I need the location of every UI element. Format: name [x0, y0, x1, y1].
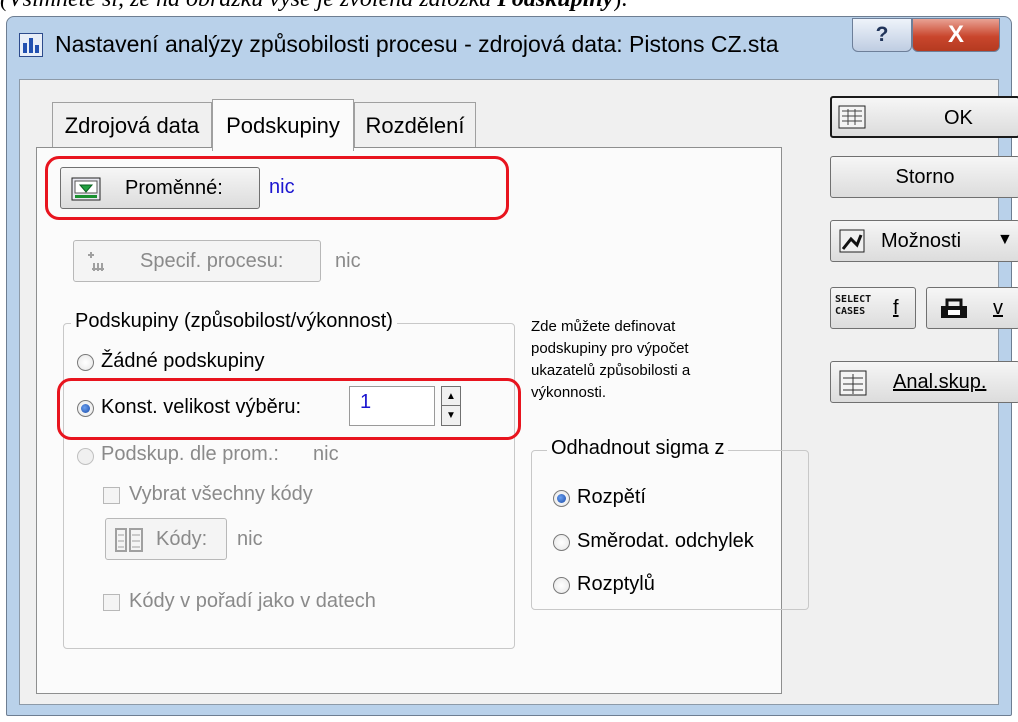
codes-button[interactable]: Kódy: — [105, 518, 227, 560]
codes-order-checkbox[interactable] — [103, 594, 120, 611]
options-button[interactable]: Možnosti ▼ — [830, 220, 1018, 262]
subgroups-legend: Podskupiny (způsobilost/výkonnost) — [71, 310, 397, 333]
codes-button-label: Kódy: — [156, 528, 208, 550]
cancel-button[interactable]: Storno — [830, 156, 1018, 198]
ok-icon — [838, 105, 866, 129]
analysis-label: Anal.skup. — [893, 371, 987, 393]
no-subgroups-label: Žádné podskupiny — [101, 350, 265, 372]
spin-up-icon[interactable]: ▲ — [442, 387, 460, 406]
variables-value: nic — [269, 176, 295, 198]
process-spec-value: nic — [335, 250, 361, 272]
hint-line-3: ukazatelů způsobilosti a — [531, 362, 691, 379]
by-variable-label: Podskup. dle prom.: — [101, 443, 279, 465]
weight-button[interactable]: v — [926, 287, 1018, 329]
hint-line-4: výkonnosti. — [531, 384, 607, 401]
select-cases-icon: SELECT CASES — [835, 294, 872, 317]
codes-value: nic — [237, 528, 263, 550]
tab-distribution[interactable]: Rozdělení — [354, 102, 476, 148]
variables-button[interactable]: Proměnné: — [60, 167, 260, 209]
dropdown-arrow-icon: ▼ — [997, 231, 1013, 248]
sample-size-input[interactable]: 1 — [349, 386, 435, 426]
caption-prefix: (Všimněte si, že na obrázku výše je zvol… — [0, 0, 497, 12]
radio-constant-size[interactable] — [77, 400, 94, 417]
variables-icon — [71, 177, 101, 201]
variance-label: Rozptylů — [577, 573, 655, 595]
codes-order-label: Kódy v pořadí jako v datech — [129, 590, 376, 612]
ok-button[interactable]: OK — [830, 96, 1018, 138]
dialog-window: Nastavení analýzy způsobilosti procesu -… — [6, 16, 1018, 716]
radio-variance[interactable] — [553, 577, 570, 594]
tab-source-data[interactable]: Zdrojová data — [52, 102, 212, 148]
window-title: Nastavení analýzy způsobilosti procesu -… — [55, 31, 779, 57]
process-spec-button[interactable]: Specif. procesu: — [73, 240, 321, 282]
hint-line-1: Zde můžete definovat — [531, 318, 676, 335]
sigma-legend: Odhadnout sigma z — [547, 437, 729, 460]
by-variable-value: nic — [313, 443, 339, 465]
title-bar[interactable]: Nastavení analýzy způsobilosti procesu -… — [7, 17, 1011, 75]
caption-suffix: ). — [613, 0, 627, 12]
weight-icon — [941, 298, 967, 318]
caption-bold: Podskupiny — [497, 0, 613, 12]
select-all-codes-checkbox[interactable] — [103, 487, 120, 504]
options-label: Možnosti — [881, 230, 962, 252]
range-label: Rozpětí — [577, 486, 646, 508]
select-cases-button[interactable]: SELECT CASES f — [830, 287, 916, 329]
radio-std-dev[interactable] — [553, 534, 570, 551]
weight-v-label: v — [993, 297, 1003, 319]
process-spec-label: Specif. procesu: — [140, 250, 284, 272]
options-icon — [839, 229, 865, 253]
tab-subgroups[interactable]: Podskupiny — [212, 99, 354, 151]
client-area: Zdrojová data Podskupiny Rozdělení Promě… — [19, 79, 1018, 705]
sample-size-spinner[interactable]: ▲ ▼ — [441, 386, 461, 426]
hint-text: Zde můžete definovat podskupiny pro výpo… — [531, 316, 690, 404]
radio-range[interactable] — [553, 490, 570, 507]
radio-by-variable[interactable] — [77, 448, 94, 465]
caption-text: (Všimněte si, že na obrázku výše je zvol… — [0, 0, 627, 13]
analysis-button[interactable]: Anal.skup. — [830, 361, 1018, 403]
variables-button-label: Proměnné: — [125, 177, 223, 199]
codes-icon — [115, 528, 143, 552]
analysis-icon — [839, 370, 867, 396]
ok-label: OK — [944, 107, 973, 129]
std-dev-label: Směrodat. odchylek — [577, 530, 754, 552]
tab-panel: Proměnné: nic Specif. procesu: nic Podsk… — [36, 147, 809, 694]
hint-line-2: podskupiny pro výpočet — [531, 340, 689, 357]
process-spec-icon — [88, 252, 104, 271]
spin-down-icon[interactable]: ▼ — [442, 406, 460, 425]
close-button[interactable]: X — [912, 18, 1000, 52]
select-f-label: f — [893, 297, 899, 319]
constant-size-label: Konst. velikost výběru: — [101, 396, 302, 418]
radio-no-subgroups[interactable] — [77, 354, 94, 371]
help-button[interactable]: ? — [852, 18, 912, 52]
app-icon — [19, 33, 43, 57]
select-all-codes-label: Vybrat všechny kódy — [129, 483, 313, 505]
